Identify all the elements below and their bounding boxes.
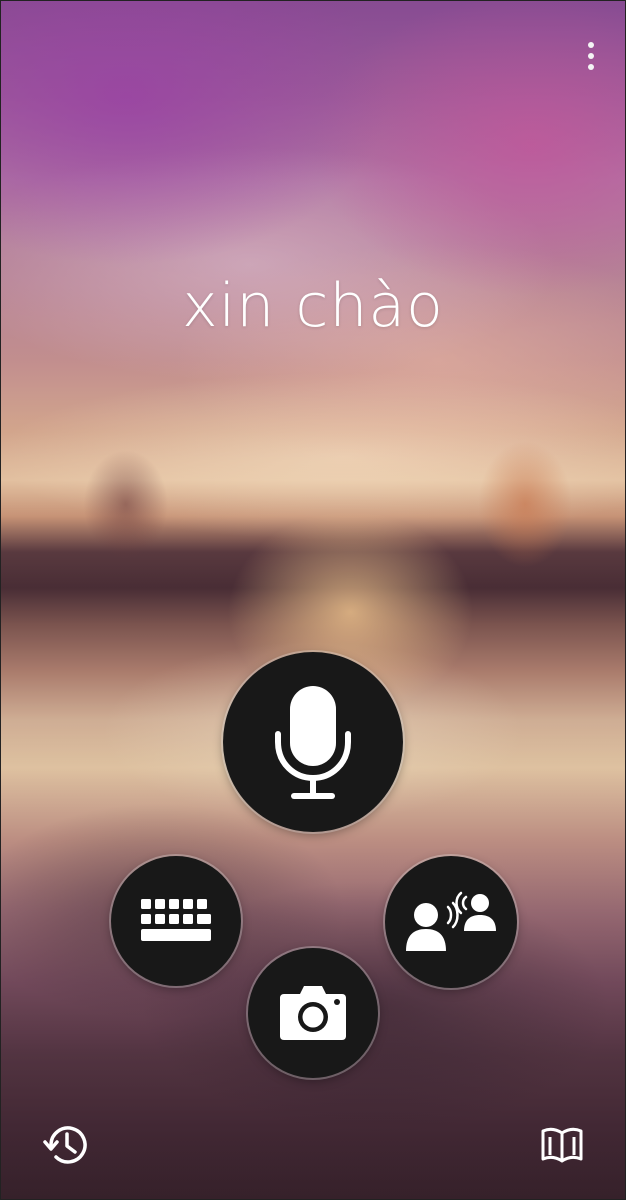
camera-icon [278, 984, 348, 1042]
conversation-button[interactable] [385, 856, 517, 988]
microphone-button[interactable] [223, 652, 403, 832]
phrasebook-icon [540, 1125, 584, 1165]
history-icon [43, 1122, 89, 1168]
phrasebook-button[interactable] [538, 1121, 586, 1169]
conversation-icon [404, 891, 498, 953]
keyboard-icon [139, 897, 213, 945]
translated-phrase: xin chào [182, 271, 444, 341]
more-vert-icon-dot-2 [588, 53, 594, 59]
more-vert-icon-dot-3 [588, 64, 594, 70]
more-options-button[interactable] [579, 39, 603, 73]
camera-button[interactable] [248, 948, 378, 1078]
microphone-icon [273, 682, 353, 802]
more-vert-icon [588, 42, 594, 48]
history-button[interactable] [42, 1121, 90, 1169]
keyboard-button[interactable] [111, 856, 241, 986]
translator-screen: xin chào [0, 0, 626, 1200]
